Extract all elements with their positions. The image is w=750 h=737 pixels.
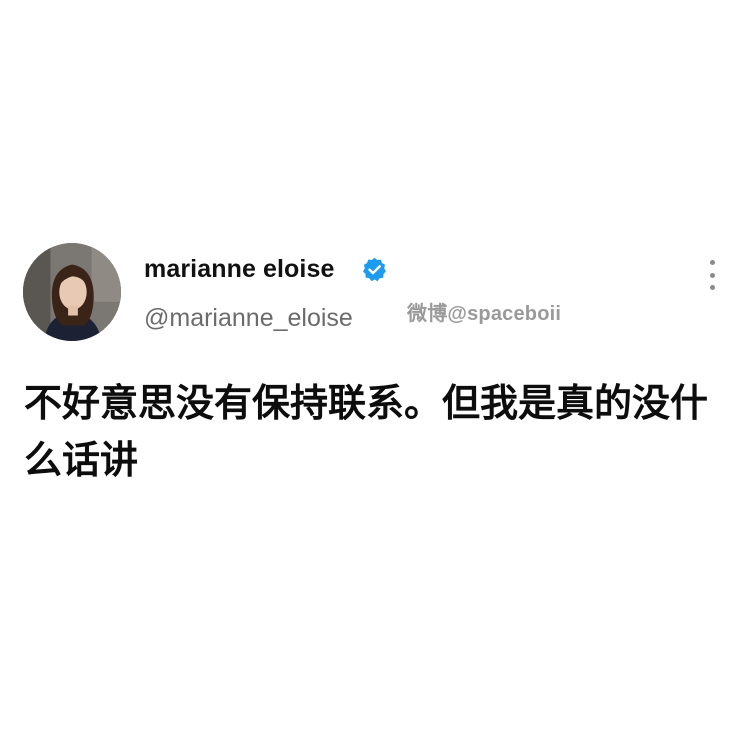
profile-photo <box>23 243 121 341</box>
tweet-text: 不好意思没有保持联系。但我是真的没什么话讲 <box>24 381 709 482</box>
verified-badge-icon <box>361 256 388 283</box>
more-options-button[interactable] <box>702 260 722 290</box>
user-handle[interactable]: @marianne_eloise <box>144 304 353 333</box>
vertical-ellipsis-icon <box>709 260 715 265</box>
display-name[interactable]: marianne eloise <box>144 255 334 284</box>
avatar[interactable] <box>23 243 121 341</box>
watermark: 微博@spaceboii <box>407 303 562 325</box>
